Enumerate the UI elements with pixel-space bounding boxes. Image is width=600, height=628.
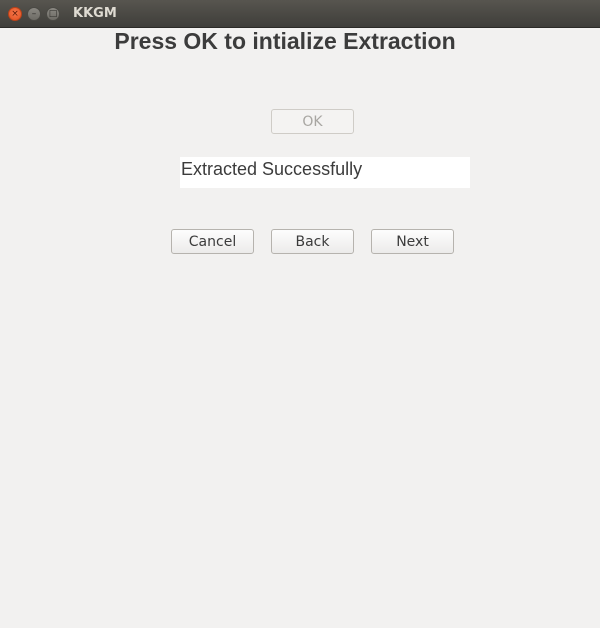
cancel-button[interactable]: Cancel: [171, 229, 254, 254]
close-icon: ×: [11, 8, 19, 19]
ok-button[interactable]: OK: [271, 109, 354, 134]
app-window: × – □ KKGM Press OK to intialize Extract…: [0, 0, 600, 628]
minimize-window-button[interactable]: –: [27, 7, 41, 21]
back-button[interactable]: Back: [271, 229, 354, 254]
next-button[interactable]: Next: [371, 229, 454, 254]
close-window-button[interactable]: ×: [8, 7, 22, 21]
status-field: Extracted Successfully: [180, 157, 470, 188]
minimize-icon: –: [31, 8, 37, 19]
title-bar[interactable]: × – □ KKGM: [0, 0, 600, 28]
maximize-window-button[interactable]: □: [46, 7, 60, 21]
maximize-icon: □: [48, 8, 58, 19]
window-title: KKGM: [73, 6, 117, 21]
page-heading: Press OK to intialize Extraction: [114, 28, 456, 54]
